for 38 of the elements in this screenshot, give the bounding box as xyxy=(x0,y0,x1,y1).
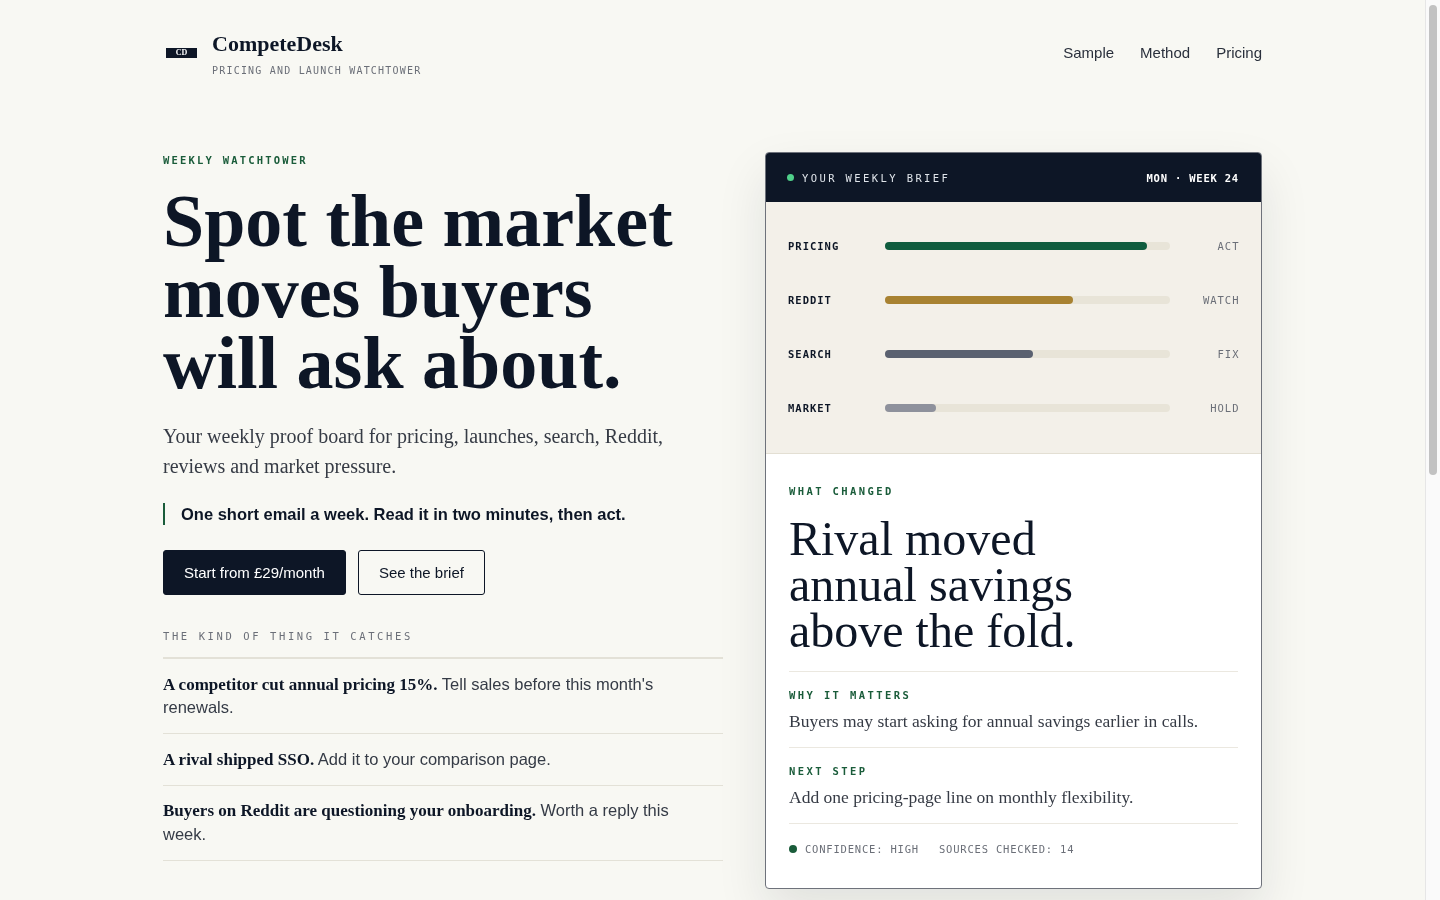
brief-headline: Rival moved annual savings above the fold. xyxy=(789,516,1077,654)
status-dot-icon xyxy=(787,174,794,181)
brief-title: YOUR WEEKLY BRIEF xyxy=(802,170,951,185)
eyebrow-label: WEEKLY WATCHTOWER xyxy=(163,153,309,167)
scrollbar-thumb[interactable] xyxy=(1429,5,1437,475)
signal-status: FIX xyxy=(1216,347,1240,361)
nav-link[interactable]: Pricing xyxy=(1216,43,1262,63)
brand-name: CompeteDesk xyxy=(212,32,344,56)
hero-headline: Spot the market moves buyers will ask about. xyxy=(163,186,674,399)
intro-text: Your weekly proof board for pricing, launches, search, Reddit, reviews and market pressure. xyxy=(163,424,665,480)
section-label: WHY IT MATTERS xyxy=(789,688,913,702)
section-text: Buyers may start asking for annual savings earlier in calls. xyxy=(789,710,1200,733)
footer-meta: SOURCES CHECKED: 14 xyxy=(938,842,1075,856)
start-button[interactable]: Start from £29/month xyxy=(163,550,346,595)
footer-meta: CONFIDENCE: HIGH xyxy=(805,842,919,856)
signal-label: PRICING xyxy=(788,239,841,253)
signal-label: MARKET xyxy=(788,401,833,415)
example-item: A competitor cut annual pricing 15%. Tell sales before this month's renewals. xyxy=(163,659,723,734)
logo-badge: CD xyxy=(166,48,197,58)
callout-quote: One short email a week. Read it in two minutes, then act. xyxy=(163,503,723,525)
section-label: NEXT STEP xyxy=(789,764,869,778)
section-label: THE KIND OF THING IT CATCHES xyxy=(163,629,414,643)
signal-status: WATCH xyxy=(1201,293,1240,307)
brief-button[interactable]: See the brief xyxy=(357,550,485,595)
signal-status: HOLD xyxy=(1209,401,1240,415)
section-label: WHAT CHANGED xyxy=(789,484,895,498)
brief-date: MON · WEEK 24 xyxy=(1146,170,1239,185)
brand-tagline: PRICING AND LAUNCH WATCHTOWER xyxy=(212,64,422,78)
signal-status: ACT xyxy=(1216,239,1240,253)
signal-label: REDDIT xyxy=(788,293,833,307)
confidence-dot-icon xyxy=(789,845,797,853)
nav-link[interactable]: Method xyxy=(1140,43,1191,63)
nav-link[interactable]: Sample xyxy=(1063,43,1115,63)
signal-label: SEARCH xyxy=(788,347,833,361)
scrollbar[interactable] xyxy=(1425,0,1440,900)
example-item: Buyers on Reddit are questioning your onboarding. Worth a reply this week. xyxy=(163,785,723,861)
section-text: Add one pricing-page line on monthly flexibility. xyxy=(789,786,1135,809)
example-item: A rival shipped SSO. Add it to your comparison page. xyxy=(163,734,723,786)
